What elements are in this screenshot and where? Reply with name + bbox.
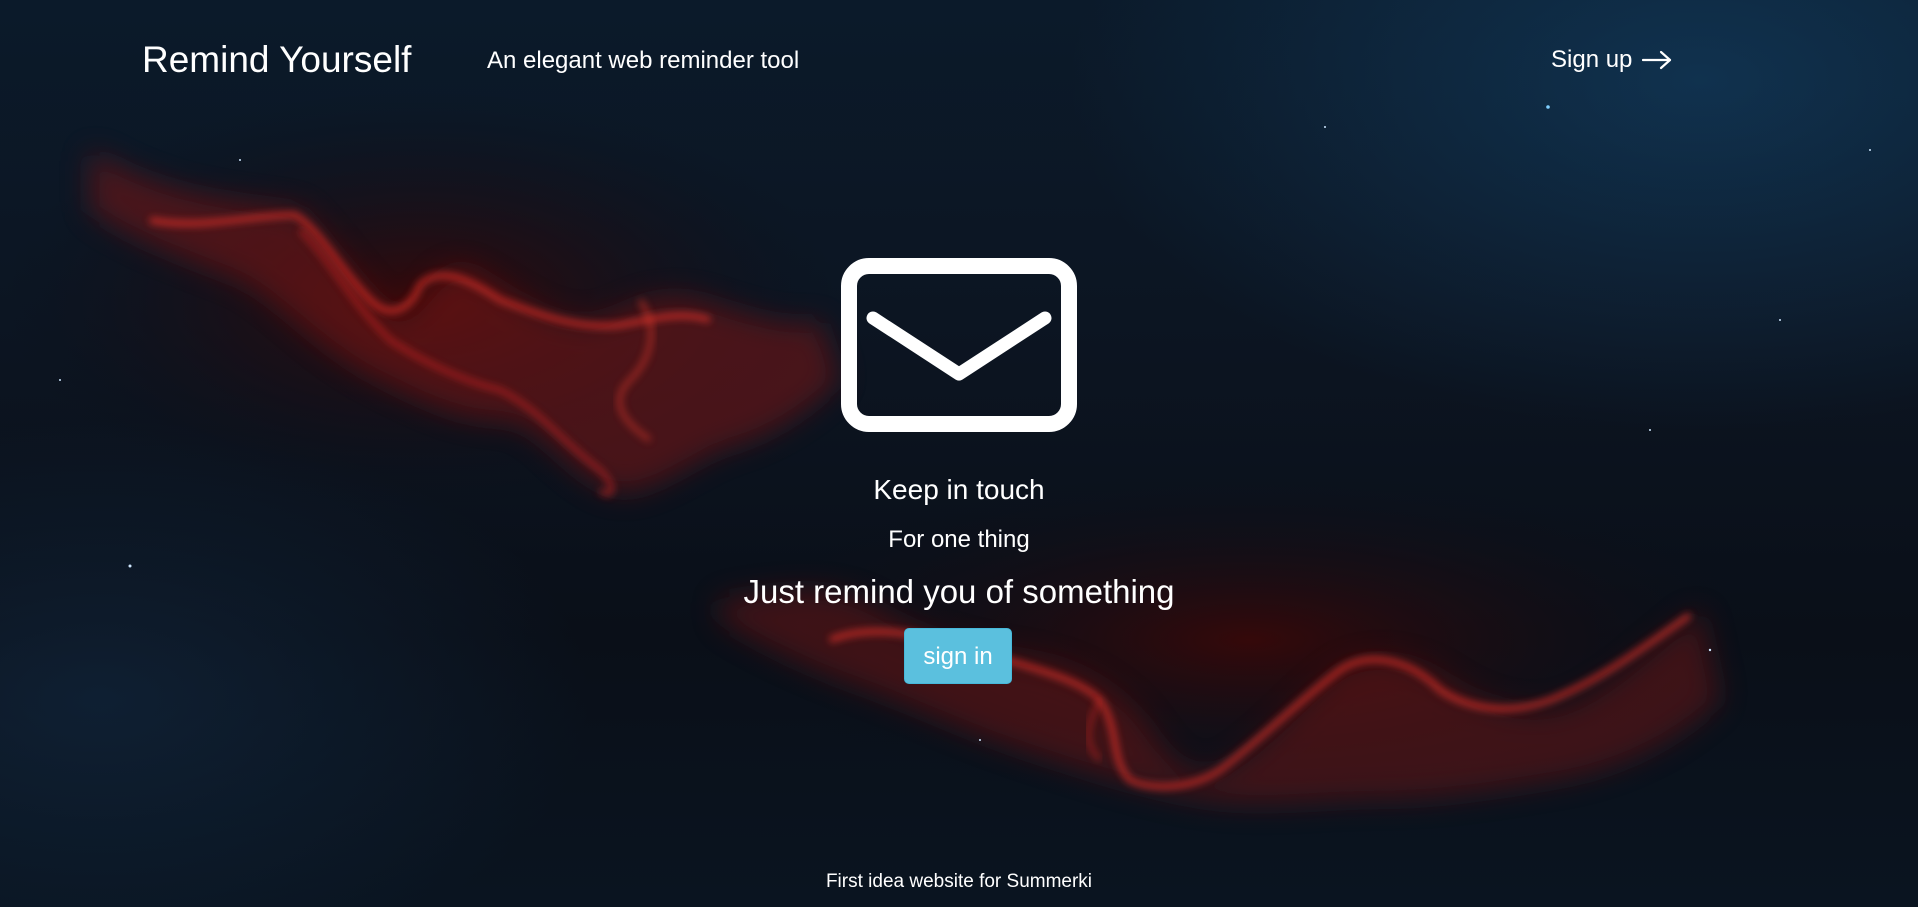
envelope-icon [841, 258, 1077, 432]
hero-section [0, 258, 1918, 432]
hero-subheading: For one thing [888, 526, 1030, 553]
nebula-background-image [0, 90, 1871, 810]
arrow-right-icon [1642, 50, 1672, 70]
background [0, 0, 1918, 907]
top-bar: Remind Yourself An elegant web reminder … [0, 0, 1918, 120]
brand-title[interactable]: Remind Yourself [142, 38, 411, 82]
brand-tagline: An elegant web reminder tool [487, 47, 800, 74]
sign-in-button[interactable]: sign in [904, 628, 1012, 684]
sign-up-label: Sign up [1551, 46, 1633, 73]
sign-up-link[interactable]: Sign up [1551, 44, 1672, 76]
footer-text: First idea website for Summerki [825, 871, 1093, 892]
hero-tagline: Just remind you of something [743, 573, 1175, 610]
hero-heading: Keep in touch [873, 474, 1045, 505]
